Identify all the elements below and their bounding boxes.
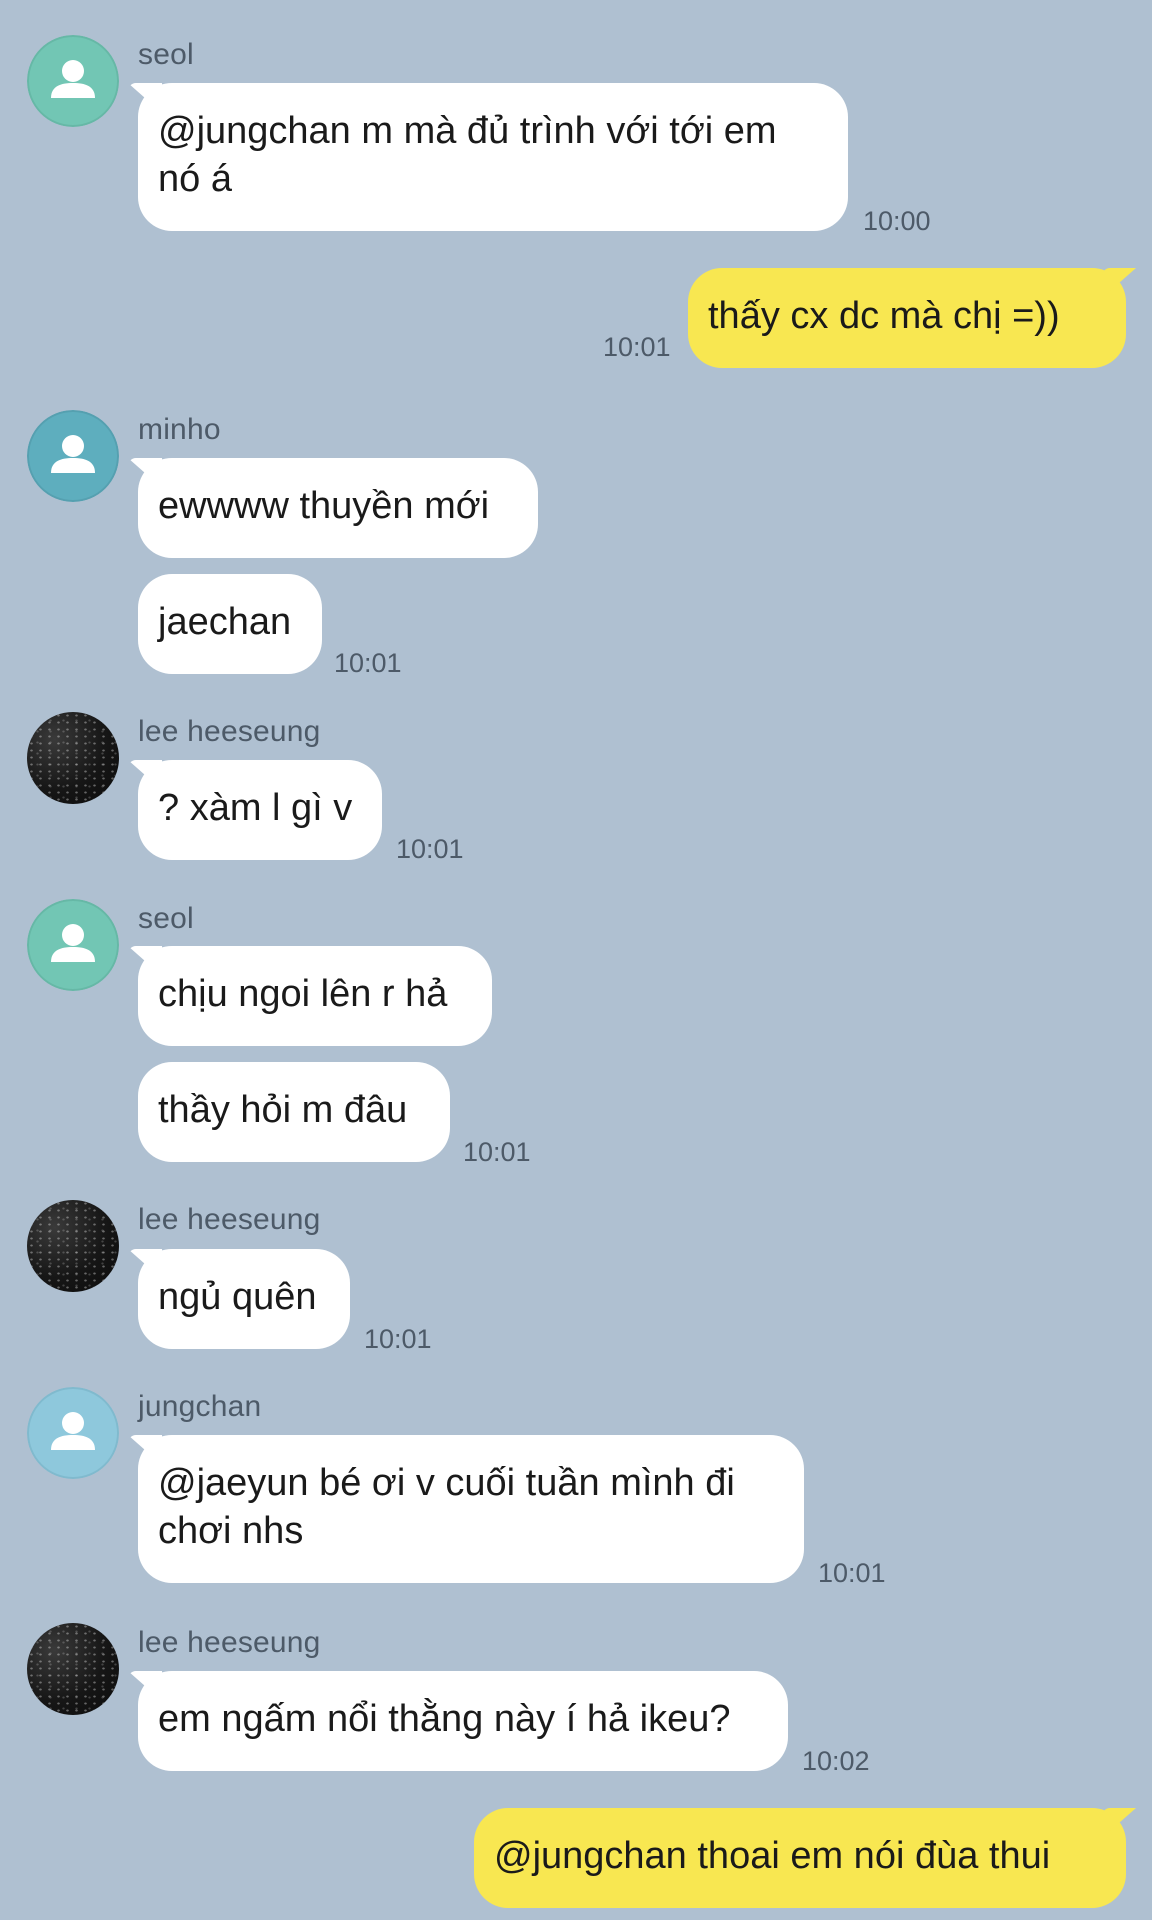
message-time: 10:01 <box>603 332 671 362</box>
message-time: 10:01 <box>463 1137 531 1167</box>
message-bubble[interactable]: ? xàm l gì v <box>138 760 382 860</box>
message-bubble[interactable]: em ngấm nổi thằng này í hả ikeu? <box>138 1671 788 1771</box>
sender-name: seol <box>138 38 194 71</box>
message-time: 10:01 <box>396 834 464 864</box>
sender-name: seol <box>138 902 194 935</box>
person-icon <box>27 899 119 991</box>
message-bubble[interactable]: jaechan <box>138 574 322 674</box>
avatar-minho[interactable] <box>27 410 119 502</box>
sender-name: minho <box>138 413 221 446</box>
sender-name: lee heeseung <box>138 1626 321 1659</box>
message-time: 10:02 <box>802 1746 870 1776</box>
sender-name: jungchan <box>138 1390 262 1423</box>
message-time: 10:01 <box>364 1324 432 1354</box>
message-bubble[interactable]: thầy hỏi m đâu <box>138 1062 450 1162</box>
message-bubble[interactable]: @jaeyun bé ơi v cuối tuần mình đi chơi n… <box>138 1435 804 1583</box>
sender-name: lee heeseung <box>138 715 321 748</box>
message-time: 10:00 <box>863 206 931 236</box>
message-bubble[interactable]: ngủ quên <box>138 1249 350 1349</box>
message-time: 10:01 <box>334 648 402 678</box>
avatar-seol[interactable] <box>27 35 119 127</box>
my-message-bubble[interactable]: @jungchan thoai em nói đùa thui <box>474 1808 1126 1908</box>
avatar-seol[interactable] <box>27 899 119 991</box>
sender-name: lee heeseung <box>138 1203 321 1236</box>
person-icon <box>27 410 119 502</box>
avatar-lee-heeseung[interactable] <box>27 1623 119 1715</box>
person-icon <box>27 35 119 127</box>
message-bubble[interactable]: chịu ngoi lên r hả <box>138 946 492 1046</box>
avatar-lee-heeseung[interactable] <box>27 712 119 804</box>
message-bubble[interactable]: @jungchan m mà đủ trình với tới em nó á <box>138 83 848 231</box>
message-time: 10:01 <box>818 1558 886 1588</box>
message-bubble[interactable]: ewwww thuyền mới <box>138 458 538 558</box>
my-message-bubble[interactable]: thấy cx dc mà chị =)) <box>688 268 1126 368</box>
person-icon <box>27 1387 119 1479</box>
avatar-jungchan[interactable] <box>27 1387 119 1479</box>
avatar-lee-heeseung[interactable] <box>27 1200 119 1292</box>
